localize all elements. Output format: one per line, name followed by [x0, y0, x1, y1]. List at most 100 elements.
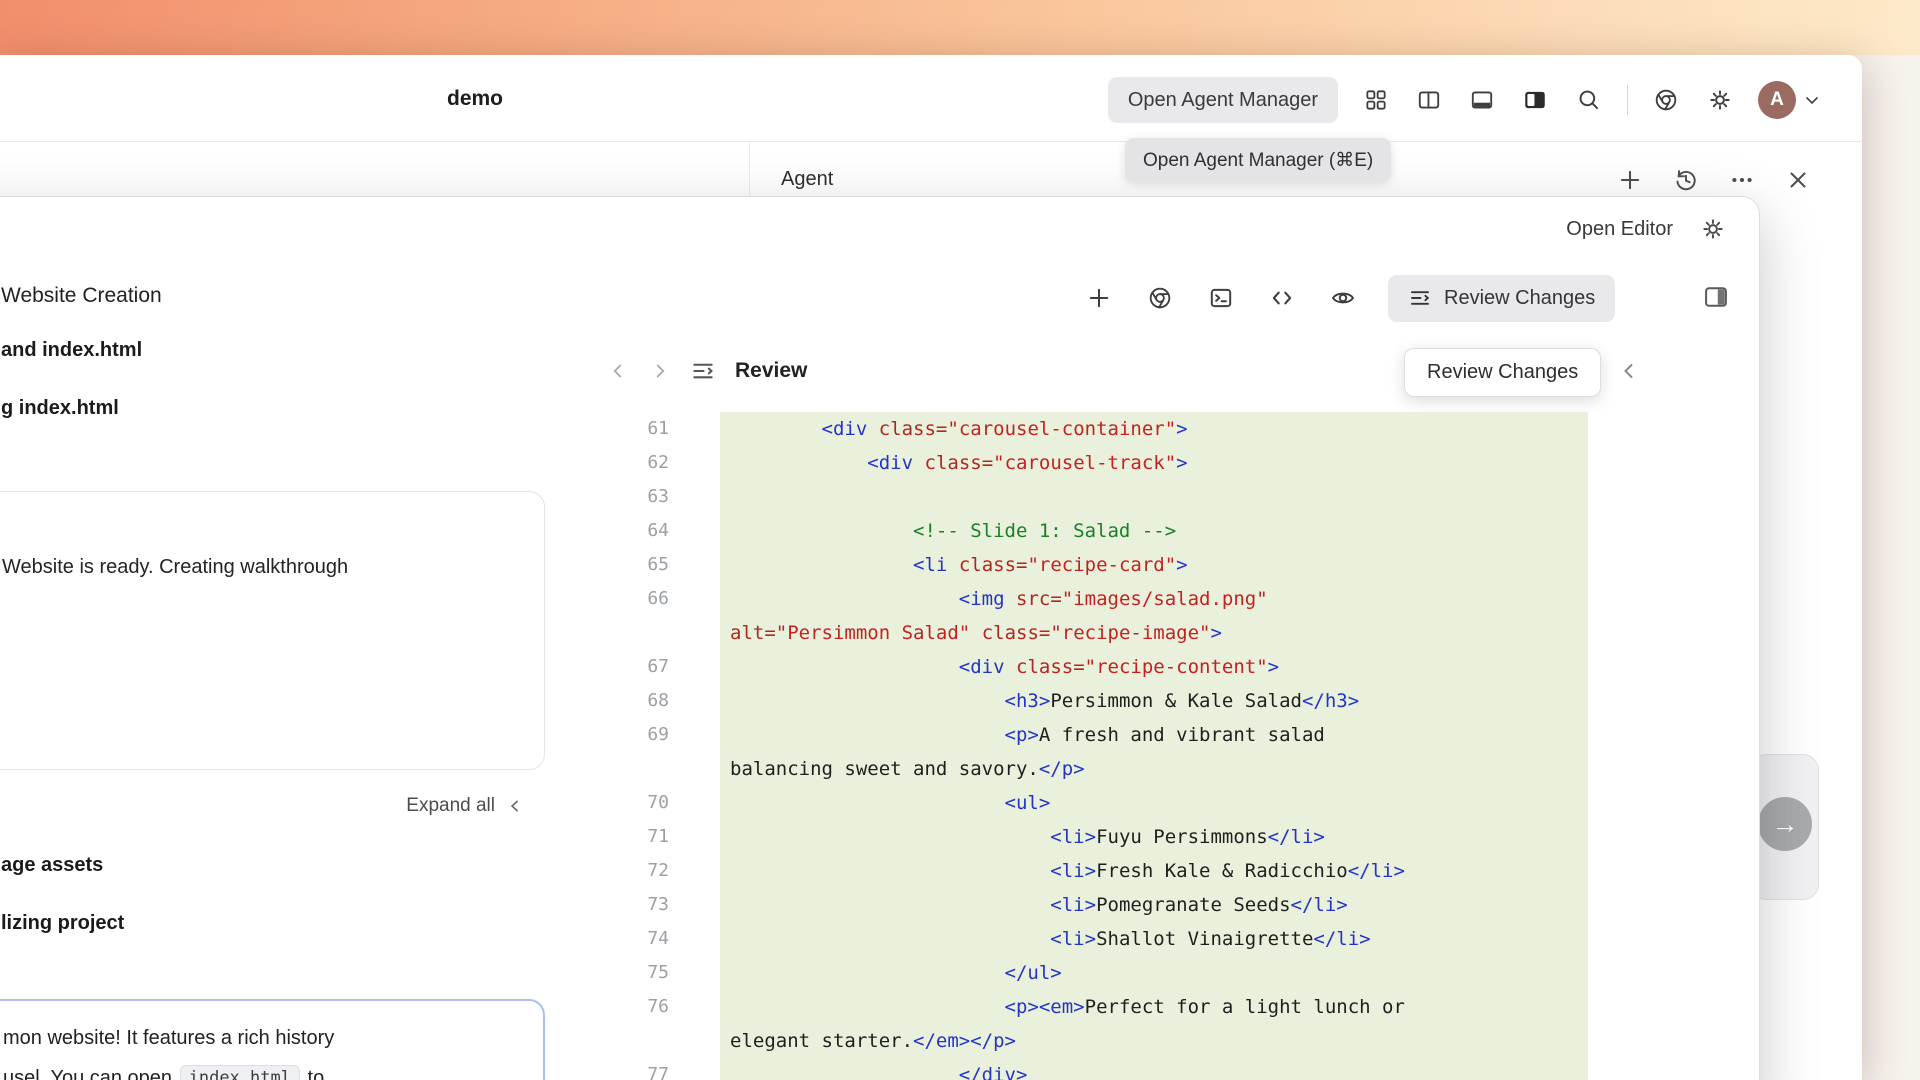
code-text: <li class="recipe-card"> [720, 548, 1588, 582]
code-line: 75 </ul> [1, 956, 1588, 990]
gutter-gap [669, 1024, 720, 1058]
code-line: 73 <li>Pomegranate Seeds</li> [1, 888, 1588, 922]
gutter-gap [669, 514, 720, 548]
add-icon[interactable] [1081, 280, 1117, 316]
diff-list-icon [1408, 286, 1432, 310]
line-number: 65 [1, 548, 669, 582]
gutter-gap [669, 684, 720, 718]
search-icon[interactable] [1573, 84, 1605, 116]
agent-panel-title: Agent [781, 168, 833, 191]
titlebar-controls: Open Agent Manager [1108, 76, 1822, 124]
code-line: 71 <li>Fuyu Persimmons</li> [1, 820, 1588, 854]
code-text: <p><em>Perfect for a light lunch or [720, 990, 1588, 1024]
gutter-gap [669, 990, 720, 1024]
agent-panel-actions [1614, 164, 1814, 196]
code-text: <!-- Slide 1: Salad --> [720, 514, 1588, 548]
gutter-gap [669, 956, 720, 990]
code-line: 69 <p>A fresh and vibrant salad [1, 718, 1588, 752]
collapse-chevron-icon[interactable] [1617, 359, 1641, 388]
review-changes-tooltip: Review Changes [1404, 348, 1601, 397]
code-text: <div class="carousel-track"> [720, 446, 1588, 480]
window-title: demo [447, 87, 503, 111]
code-text: <p>A fresh and vibrant salad [720, 718, 1588, 752]
code-text: <ul> [720, 786, 1588, 820]
preview-eye-icon[interactable] [1325, 280, 1361, 316]
line-number: 64 [1, 514, 669, 548]
line-number [1, 1024, 669, 1058]
line-number: 72 [1, 854, 669, 888]
open-in-browser-icon[interactable] [1142, 280, 1178, 316]
code-line: 77 </div> [1, 1058, 1588, 1080]
code-line: 63 [1, 480, 1588, 514]
terminal-icon[interactable] [1203, 280, 1239, 316]
code-text: <li>Fresh Kale & Radicchio</li> [720, 854, 1588, 888]
line-number: 67 [1, 650, 669, 684]
code-text: <li>Shallot Vinaigrette</li> [720, 922, 1588, 956]
code-line: elegant starter.</em></p> [1, 1024, 1588, 1058]
line-number: 62 [1, 446, 669, 480]
gutter-gap [669, 922, 720, 956]
code-line: 67 <div class="recipe-content"> [1, 650, 1588, 684]
overlay-sidebar-toggle-icon[interactable] [1698, 279, 1734, 315]
review-header: Review [605, 357, 807, 385]
gutter-gap [669, 888, 720, 922]
new-conversation-icon[interactable] [1614, 164, 1646, 196]
line-number: 63 [1, 480, 669, 514]
walkthrough-next-container: → [1751, 754, 1819, 900]
line-number: 69 [1, 718, 669, 752]
shortcut-tooltip: Open Agent Manager (⌘E) [1125, 138, 1391, 182]
gutter-gap [669, 412, 720, 446]
gutter-gap [669, 718, 720, 752]
close-icon[interactable] [1782, 164, 1814, 196]
open-agent-manager-button[interactable]: Open Agent Manager [1108, 77, 1338, 123]
conversation-title: Website Creation [1, 284, 162, 308]
layout-icon-group [1360, 84, 1551, 116]
code-line: 74 <li>Shallot Vinaigrette</li> [1, 922, 1588, 956]
code-line: 66 <img src="images/salad.png" [1, 582, 1588, 616]
code-text: elegant starter.</em></p> [720, 1024, 1588, 1058]
next-arrow-button[interactable]: → [1758, 797, 1812, 851]
review-changes-button[interactable]: Review Changes [1388, 275, 1615, 322]
line-number: 71 [1, 820, 669, 854]
gutter-gap [669, 650, 720, 684]
code-line: 62 <div class="carousel-track"> [1, 446, 1588, 480]
titlebar-divider [0, 141, 1862, 142]
chevron-down-icon[interactable] [1802, 90, 1822, 110]
history-icon[interactable] [1670, 164, 1702, 196]
split-columns-icon[interactable] [1413, 84, 1445, 116]
open-editor-button[interactable]: Open Editor [1566, 218, 1673, 241]
code-text: <h3>Persimmon & Kale Salad</h3> [720, 684, 1588, 718]
gutter-gap [669, 786, 720, 820]
code-icon[interactable] [1264, 280, 1300, 316]
pane-divider [749, 142, 750, 196]
line-number: 66 [1, 582, 669, 616]
nav-back-icon[interactable] [605, 357, 631, 385]
nav-forward-icon[interactable] [647, 357, 673, 385]
avatar[interactable]: A [1758, 81, 1796, 119]
account-menu[interactable]: A [1758, 81, 1822, 119]
agent-manager-grid-icon[interactable] [1360, 84, 1392, 116]
line-number: 77 [1, 1058, 669, 1080]
code-line: 61 <div class="carousel-container"> [1, 412, 1588, 446]
review-changes-label: Review Changes [1444, 287, 1595, 310]
right-panel-icon-active[interactable] [1519, 84, 1551, 116]
line-number: 70 [1, 786, 669, 820]
overlay-settings-gear-icon[interactable] [1697, 213, 1729, 245]
code-text: alt="Persimmon Salad" class="recipe-imag… [720, 616, 1588, 650]
overlay-header-actions: Open Editor [1566, 207, 1729, 251]
settings-gear-icon[interactable] [1704, 84, 1736, 116]
agent-manager-overlay: Open Editor Website Creation and index.h… [0, 196, 1760, 1080]
task-step-file[interactable]: and index.html [1, 339, 142, 362]
more-options-icon[interactable] [1726, 164, 1758, 196]
chrome-browser-icon[interactable] [1650, 84, 1682, 116]
gutter-gap [669, 582, 720, 616]
code-line: 72 <li>Fresh Kale & Radicchio</li> [1, 854, 1588, 888]
bottom-panel-icon[interactable] [1466, 84, 1498, 116]
line-number: 76 [1, 990, 669, 1024]
review-toolbar: Review Changes [1081, 274, 1615, 322]
gutter-gap [669, 548, 720, 582]
desktop: demo Open Agent Manager [0, 0, 1920, 1080]
code-pane[interactable]: 61 <div class="carousel-container">62 <d… [1, 412, 1588, 1080]
code-line: 64 <!-- Slide 1: Salad --> [1, 514, 1588, 548]
line-number [1, 616, 669, 650]
